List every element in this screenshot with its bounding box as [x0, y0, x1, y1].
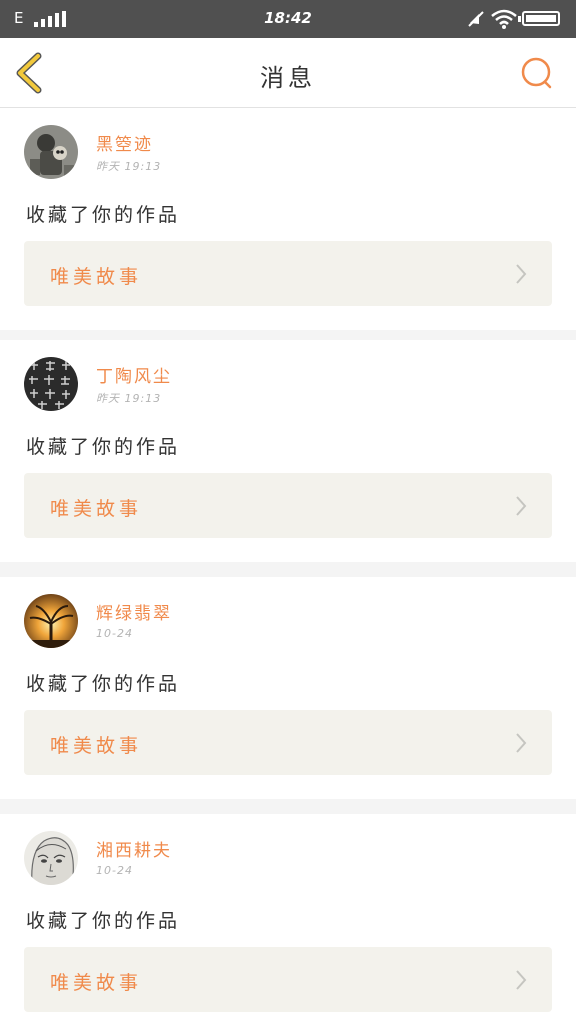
chevron-right-icon — [516, 496, 527, 516]
work-link[interactable]: 唯美故事 — [24, 473, 552, 538]
sketch-face-avatar-icon — [24, 831, 78, 885]
status-bar: E 18:42 — [0, 0, 576, 38]
work-link[interactable]: 唯美故事 — [24, 947, 552, 1012]
avatar[interactable] — [24, 125, 78, 179]
timestamp: 10-24 — [96, 627, 133, 640]
search-button[interactable] — [518, 54, 556, 92]
chevron-right-icon — [516, 264, 527, 284]
avatar[interactable] — [24, 357, 78, 411]
wifi-icon — [491, 9, 517, 29]
timestamp: 昨天 19:13 — [96, 160, 162, 173]
message-card: 丁陶风尘 昨天 19:13 收藏了你的作品 唯美故事 — [0, 340, 576, 562]
action-text: 收藏了你的作品 — [26, 910, 181, 932]
chevron-right-icon — [516, 733, 527, 753]
message-card: 湘西耕夫 10-24 收藏了你的作品 唯美故事 — [0, 814, 576, 1036]
work-title: 唯美故事 — [50, 735, 143, 757]
timestamp: 昨天 19:13 — [96, 392, 162, 405]
timestamp: 10-24 — [96, 864, 133, 877]
avatar[interactable] — [24, 594, 78, 648]
work-link[interactable]: 唯美故事 — [24, 241, 552, 306]
action-text: 收藏了你的作品 — [26, 436, 181, 458]
action-text: 收藏了你的作品 — [26, 673, 181, 695]
username[interactable]: 湘西耕夫 — [96, 836, 172, 861]
search-icon — [521, 57, 552, 89]
chevron-right-icon — [516, 970, 527, 990]
mute-icon — [468, 11, 484, 27]
avatar[interactable] — [24, 831, 78, 885]
sunset-tree-avatar-icon — [24, 594, 78, 648]
robot-warrior-avatar-icon — [24, 125, 78, 179]
work-title: 唯美故事 — [50, 266, 143, 288]
work-title: 唯美故事 — [50, 972, 143, 994]
work-title: 唯美故事 — [50, 498, 143, 520]
calligraphy-pattern-avatar-icon — [24, 357, 78, 411]
page-title: 消息 — [260, 64, 316, 92]
username[interactable]: 黑箜迹 — [96, 130, 153, 155]
username[interactable]: 辉绿翡翠 — [96, 599, 172, 624]
battery-icon — [518, 11, 560, 26]
message-card: 辉绿翡翠 10-24 收藏了你的作品 唯美故事 — [0, 577, 576, 799]
nav-header: 消息 — [0, 38, 576, 108]
action-text: 收藏了你的作品 — [26, 204, 181, 226]
username[interactable]: 丁陶风尘 — [96, 362, 172, 387]
message-card: 黑箜迹 昨天 19:13 收藏了你的作品 唯美故事 — [0, 108, 576, 330]
work-link[interactable]: 唯美故事 — [24, 710, 552, 775]
